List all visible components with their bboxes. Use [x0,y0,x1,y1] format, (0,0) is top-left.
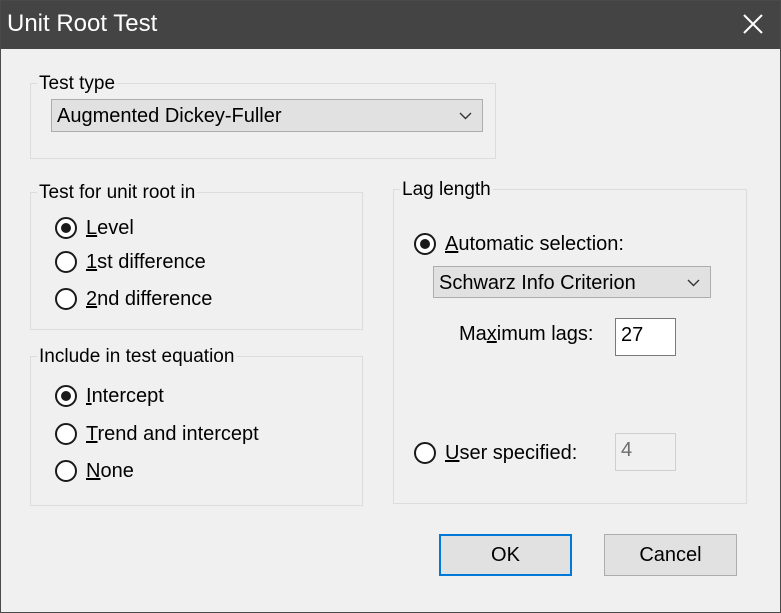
radio-button[interactable] [55,385,77,407]
radio-button[interactable] [414,233,436,255]
radio-label: User specified: [445,442,578,464]
close-button[interactable] [722,1,780,49]
ok-button[interactable]: OK [439,534,572,576]
cancel-button[interactable]: Cancel [604,534,737,576]
radio-button[interactable] [55,423,77,445]
include-label: Include in test equation [37,346,237,368]
unit-root-test-dialog: Unit Root Test Test type Augmented Dicke… [0,0,781,613]
radio-label: Intercept [86,385,164,407]
window-title: Unit Root Test [7,10,158,37]
radio-label: 2nd difference [86,288,213,310]
unit-root-in-label: Test for unit root in [37,182,198,204]
criterion-dropdown[interactable]: Schwarz Info Criterion [433,266,711,298]
radio-button[interactable] [55,460,77,482]
max-lags-input[interactable]: 27 [615,318,676,356]
chevron-down-icon [687,279,700,287]
radio-button[interactable] [414,442,436,464]
lag-length-label: Lag length [400,179,493,201]
radio-label: Level [86,217,134,239]
title-bar[interactable]: Unit Root Test [1,1,780,49]
radio-label: Automatic selection: [445,233,624,255]
test-type-value: Augmented Dickey-Fuller [57,105,282,127]
radio-button[interactable] [55,288,77,310]
user-lags-input[interactable]: 4 [615,433,676,471]
test-type-label: Test type [37,73,118,95]
radio-label: None [86,460,134,482]
max-lags-label: Maximum lags: [459,323,594,345]
radio-label: Trend and intercept [86,423,259,445]
chevron-down-icon [459,112,472,120]
close-icon [743,14,763,34]
radio-button[interactable] [55,217,77,239]
criterion-value: Schwarz Info Criterion [439,272,636,294]
radio-label: 1st difference [86,251,206,273]
test-type-dropdown[interactable]: Augmented Dickey-Fuller [51,99,483,132]
radio-button[interactable] [55,251,77,273]
